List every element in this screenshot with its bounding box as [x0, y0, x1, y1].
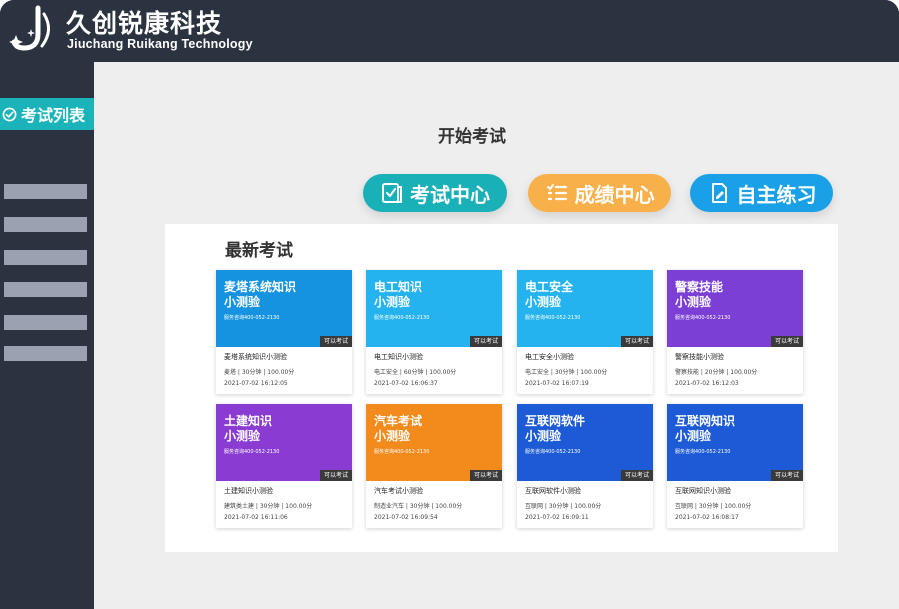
exam-cover-image: 互联网软件 小测验服务咨询400-052-2130 可以考试 — [517, 404, 653, 481]
exam-cover-hotline: 服务咨询400-052-2130 — [675, 315, 731, 321]
exam-cover-hotline: 服务咨询400-052-2130 — [525, 315, 581, 321]
list-icon — [546, 184, 567, 201]
exam-meta: 互联网 | 30分钟 | 100.00分 — [675, 503, 752, 510]
self-practice-label: 自主练习 — [736, 182, 817, 207]
exam-status-tag: 可以考试 — [319, 336, 352, 347]
exam-cover-hotline: 服务咨询400-052-2130 — [224, 449, 280, 455]
exam-cover-title: 互联网知识 小测验 — [675, 414, 736, 443]
check-circle-icon — [2, 107, 17, 121]
exam-meta: 电工安全 | 60分钟 | 100.00分 — [374, 369, 457, 376]
exam-cover-title: 互联网软件 小测验 — [525, 414, 586, 443]
exam-name: 电工安全小测验 — [525, 353, 574, 361]
exam-card[interactable]: 互联网知识 小测验 服务咨询400-052-2130 可以考试 互联网知识小测验 互联网… — [667, 404, 803, 528]
exam-card[interactable]: 麦塔系统知识 小测验 服务咨询400-052-2130 可以考试 麦塔系统知识小测验麦… — [216, 270, 352, 394]
exam-status-tag: 可以考试 — [620, 336, 653, 347]
exam-time: 2021-07-02 16:06:37 — [374, 380, 438, 387]
top-header: 久创锐康科技 Jiuchang Ruikang Technology — [0, 0, 899, 62]
exam-center-label: 考试中心 — [410, 182, 490, 207]
exam-status-tag: 可以考试 — [469, 470, 502, 481]
exam-meta: 麦塔 | 30分钟 | 100.00分 — [224, 369, 295, 376]
exam-name: 电工知识小测验 — [374, 353, 423, 361]
document-edit-icon — [711, 183, 727, 203]
exam-meta: 警察技能 | 20分钟 | 100.00分 — [675, 369, 758, 376]
exam-name: 互联网软件小测验 — [525, 487, 581, 495]
score-center-label: 成绩中心 — [574, 182, 655, 207]
exam-cover-image: 电工知识 小测验服务咨询400-052-2130 可以考试 — [366, 270, 502, 347]
exam-status-tag: 可以考试 — [620, 470, 653, 481]
main-content: 开始考试 考试中心 成绩中心 自主练习 最新考试 麦塔系统知识 小测验 服务咨询… — [94, 62, 899, 609]
exam-cover-title: 电工安全 小测验 — [525, 280, 574, 309]
exam-card[interactable]: 电工安全 小测验 服务咨询400-052-2130 可以考试 电工安全小测验 电工安全 … — [517, 270, 653, 394]
exam-name: 汽车考试小测验 — [374, 487, 423, 495]
exam-card[interactable]: 土建知识 小测验服务咨询400-052-2130 可以考试土建知识小测验建筑类土建… — [216, 404, 352, 528]
exam-status-tag: 可以考试 — [319, 470, 352, 481]
exam-cover-image: 麦塔系统知识 小测验服务咨询400-052-2130 可以考试 — [216, 270, 352, 347]
page-title: 开始考试 — [438, 127, 506, 147]
exam-card[interactable]: 电工知识 小测验服务咨询400-052-2130 可以考试电工知识小测验电工安全 … — [366, 270, 502, 394]
sidebar-item-placeholder[interactable] — [4, 346, 87, 361]
sidebar-item-placeholder[interactable] — [4, 282, 87, 297]
exam-card[interactable]: 互联网软件 小测验 服务咨询400-052-2130 可以考试 互联网软件小测验 互联网… — [517, 404, 653, 528]
exam-cover-title: 电工知识 小测验 — [374, 280, 423, 309]
score-center-button[interactable]: 成绩中心 — [528, 174, 671, 212]
exam-cover-title: 警察技能 小测验 — [675, 280, 724, 309]
exam-time: 2021-07-02 16:11:06 — [224, 514, 288, 521]
exam-meta: 电工安全 | 30分钟 | 100.00分 — [525, 369, 608, 376]
sidebar-item-placeholder[interactable] — [4, 315, 87, 330]
exam-time: 2021-07-02 16:08:17 — [675, 514, 739, 521]
exam-card[interactable]: 汽车考试 小测验服务咨询400-052-2130 可以考试汽车考试小测验制造业汽车… — [366, 404, 502, 528]
brand-name-cn: 久创锐康科技 — [66, 9, 223, 38]
exam-cover-hotline: 服务咨询400-052-2130 — [374, 449, 430, 455]
exam-cover-image: 警察技能 小测验服务咨询400-052-2130 可以考试 — [667, 270, 803, 347]
exam-status-tag: 可以考试 — [770, 336, 803, 347]
exam-meta: 互联网 | 30分钟 | 100.00分 — [525, 503, 602, 510]
brand-name-en: Jiuchang Ruikang Technology — [67, 37, 253, 51]
exam-name: 警察技能小测验 — [675, 353, 724, 361]
exam-name: 土建知识小测验 — [224, 487, 273, 495]
sidebar-item-placeholder[interactable] — [4, 217, 87, 232]
sidebar-item-label: 考试列表 — [21, 106, 86, 125]
exam-status-tag: 可以考试 — [770, 470, 803, 481]
sidebar-item-placeholder[interactable] — [4, 250, 87, 265]
latest-exams-panel: 最新考试 麦塔系统知识 小测验 服务咨询400-052-2130 可以考试 麦塔系统知… — [165, 224, 838, 552]
exam-card[interactable]: 警察技能 小测验 服务咨询400-052-2130 可以考试 警察技能小测验 警察技能 … — [667, 270, 803, 394]
checklist-icon — [382, 183, 402, 203]
exam-cover-hotline: 服务咨询400-052-2130 — [224, 315, 280, 321]
exam-cover-title: 土建知识 小测验 — [224, 414, 273, 443]
sidebar-item-exam-list[interactable]: 考试列表 — [0, 98, 94, 130]
app-window: 久创锐康科技 Jiuchang Ruikang Technology 考试列表 … — [0, 0, 899, 609]
exam-cover-hotline: 服务咨询400-052-2130 — [374, 315, 430, 321]
exam-name: 互联网知识小测验 — [675, 487, 731, 495]
exam-name: 麦塔系统知识小测验 — [224, 353, 287, 361]
exam-time: 2021-07-02 16:09:54 — [374, 514, 438, 521]
sidebar-item-placeholder[interactable] — [4, 184, 87, 199]
exam-time: 2021-07-02 16:09:11 — [525, 514, 589, 521]
exam-cover-hotline: 服务咨询400-052-2130 — [525, 449, 581, 455]
sidebar: 考试列表 — [0, 62, 94, 609]
exam-status-tag: 可以考试 — [469, 336, 502, 347]
exam-time: 2021-07-02 16:07:19 — [525, 380, 589, 387]
self-practice-button[interactable]: 自主练习 — [690, 174, 833, 212]
exam-cover-image: 土建知识 小测验服务咨询400-052-2130 可以考试 — [216, 404, 352, 481]
panel-title: 最新考试 — [225, 241, 293, 261]
exam-cover-hotline: 服务咨询400-052-2130 — [675, 449, 731, 455]
brand-logo-icon — [9, 5, 50, 51]
exam-meta: 建筑类土建 | 30分钟 | 100.00分 — [224, 503, 313, 510]
exam-cover-image: 互联网知识 小测验服务咨询400-052-2130 可以考试 — [667, 404, 803, 481]
exam-cover-image: 电工安全 小测验服务咨询400-052-2130 可以考试 — [517, 270, 653, 347]
exam-time: 2021-07-02 16:12:03 — [675, 380, 739, 387]
exam-cover-title: 汽车考试 小测验 — [374, 414, 423, 443]
exam-center-button[interactable]: 考试中心 — [363, 174, 507, 212]
exam-time: 2021-07-02 16:12:05 — [224, 380, 288, 387]
exam-meta: 制造业汽车 | 30分钟 | 100.00分 — [374, 503, 463, 510]
exam-cover-title: 麦塔系统知识 小测验 — [224, 280, 297, 309]
exam-cover-image: 汽车考试 小测验服务咨询400-052-2130 可以考试 — [366, 404, 502, 481]
